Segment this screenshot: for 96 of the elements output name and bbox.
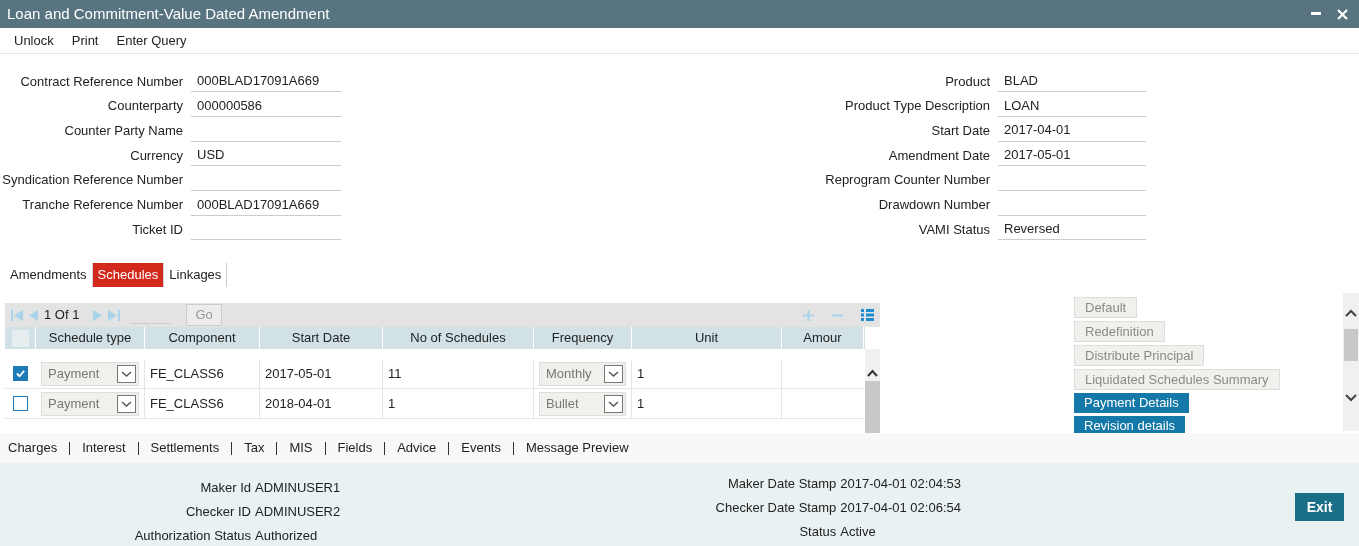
input-field[interactable]: 2017-04-01 [998,119,1146,142]
field-label: Checker ID [184,503,252,522]
list-view-icon[interactable] [861,309,874,321]
field-label: Maker Id [199,479,252,498]
field-label: Product [944,72,991,91]
scroll-down-icon[interactable] [1345,394,1358,402]
field-value: 2017-04-01 02:06:54 [840,499,961,518]
input-field[interactable]: 2017-05-01 [998,144,1146,167]
minimize-icon[interactable] [1311,12,1321,16]
scroll-thumb[interactable] [1344,329,1359,361]
sub-link[interactable]: MIS [289,438,313,458]
field-label: VAMI Status [917,220,991,239]
page-counter: 1 Of 1 [44,306,80,325]
close-icon[interactable] [1337,8,1348,20]
sub-link[interactable]: Tax [244,438,265,458]
menu-item[interactable]: Enter Query [116,30,187,51]
sub-link[interactable]: Interest [82,438,126,458]
next-page-icon[interactable] [93,309,103,321]
input-field[interactable]: BLAD [998,70,1146,93]
scroll-thumb[interactable] [865,381,880,433]
caret-icon [604,364,623,383]
field-label: Product Type Description [844,97,991,116]
menu-item[interactable]: Print [71,30,99,51]
input-field[interactable]: Reversed [998,218,1146,241]
sub-link[interactable]: Events [461,438,501,458]
field-label: Counter Party Name [63,121,184,140]
column-header: Schedule type [36,327,145,349]
column-header: Start Date [260,327,383,349]
field-value: Authorized [255,527,318,546]
table-cell-text: FE_CLASS6 [150,394,224,413]
field-label: Reprogram Counter Number [824,171,991,190]
menu-item[interactable]: Unlock [14,30,54,51]
table-cell-text: 1 [388,394,396,413]
field-label: Maker Date Stamp [726,475,838,494]
field-label: Currency [129,146,184,165]
sub-link[interactable]: Settlements [150,438,220,458]
dropdown[interactable]: Payment [41,361,139,386]
table-cell-text: 2017-05-01 [265,364,332,383]
scrollbar[interactable] [1343,293,1359,431]
action-button[interactable]: Revision details [1074,415,1186,435]
field-value: ADMINUSER2 [255,503,341,522]
previous-page-icon[interactable] [29,309,38,321]
checkbox[interactable] [13,366,28,381]
input-field[interactable]: USD [191,144,341,167]
window-title: Loan and Commitment-Value Dated Amendment [7,3,330,24]
column-header: Unit [632,327,782,349]
field-label: Contract Reference Number [19,72,184,91]
field-label: Amendment Date [887,146,991,165]
checkbox[interactable] [13,396,28,411]
column-header: Component [145,327,260,349]
input-field[interactable]: 000000586 [191,95,341,118]
first-page-icon[interactable] [11,309,23,321]
table-cell-text: 11 [388,364,402,383]
dropdown[interactable]: Bullet [539,391,626,416]
tab[interactable]: Amendments [5,263,93,287]
caret-icon [117,364,136,383]
add-icon[interactable] [803,309,814,321]
dropdown[interactable]: Monthly [539,361,626,386]
column-header: No of Schedules [383,327,534,349]
field-value: 2017-04-01 02:04:53 [840,475,961,494]
column-header: Frequency [534,327,632,349]
input-field[interactable]: 000BLAD17091A669 [191,193,341,216]
scroll-up-icon[interactable] [1345,309,1358,317]
field-label: Status [798,523,838,542]
column-header: Amour [782,327,864,349]
table-cell-text: 1 [637,364,645,383]
sub-link[interactable]: Message Preview [526,438,629,458]
action-button[interactable]: Payment Details [1074,393,1189,413]
field-value: ADMINUSER1 [255,479,341,498]
sub-link[interactable]: Advice [397,438,437,458]
field-label: Authorization Status [133,527,252,546]
field-label: Checker Date Stamp [714,499,838,518]
tab[interactable]: Schedules [92,263,165,287]
table-cell-text: 1 [637,394,645,413]
field-label: Drawdown Number [877,196,991,215]
sub-link[interactable]: Charges [8,438,58,458]
field-label: Syndication Reference Number [1,171,184,190]
caret-icon [604,394,623,413]
tab[interactable]: Linkages [164,263,228,287]
input-field[interactable]: 000BLAD17091A669 [191,70,341,93]
last-page-icon[interactable] [108,309,121,321]
exit-button[interactable]: Exit [1295,493,1344,521]
input-field[interactable]: LOAN [998,95,1146,118]
field-label: Counterparty [106,97,184,116]
field-label: Ticket ID [131,220,184,239]
caret-icon [117,394,136,413]
sub-link[interactable]: Fields [337,438,373,458]
field-value: Active [840,523,876,542]
scrollbar[interactable] [865,349,880,433]
field-label: Tranche Reference Number [21,196,184,215]
checkmark-icon [15,368,26,379]
scroll-up-icon[interactable] [867,369,878,377]
table-cell-text: 2018-04-01 [265,394,332,413]
table-cell-text: FE_CLASS6 [150,364,224,383]
field-label: Start Date [930,121,991,140]
dropdown[interactable]: Payment [41,391,139,416]
